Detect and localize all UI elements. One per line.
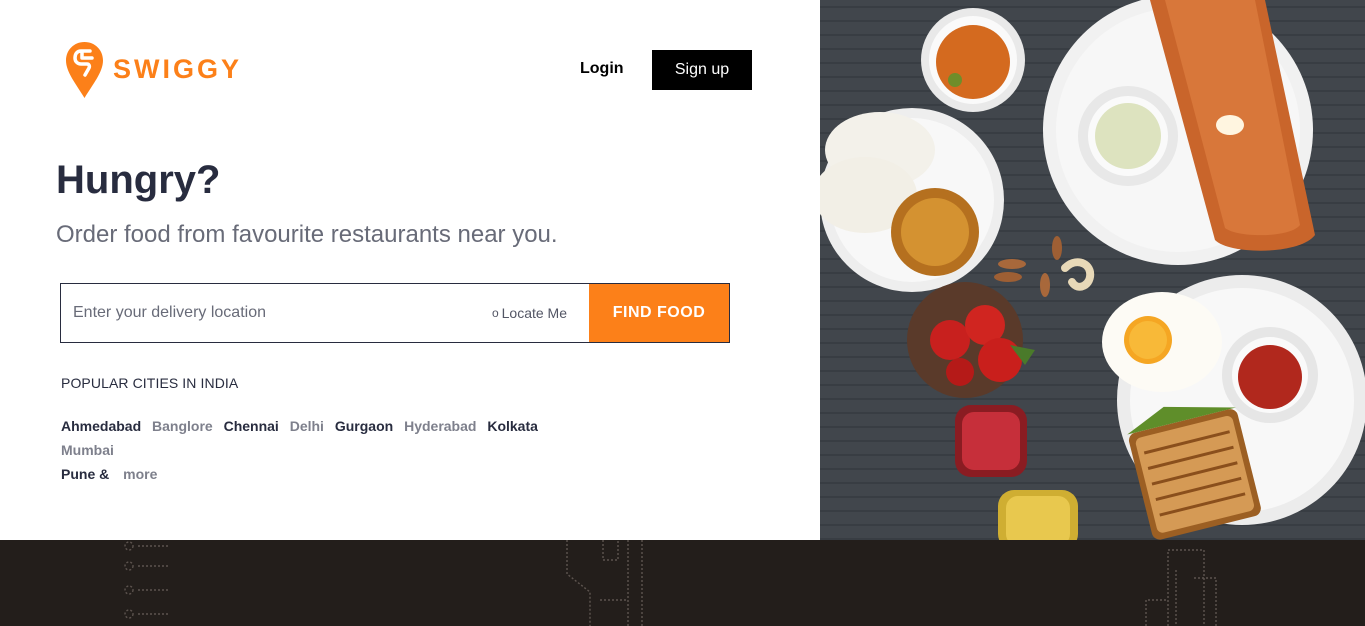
find-food-button[interactable]: FIND FOOD — [589, 284, 729, 342]
swiggy-logo[interactable]: SWIGGY — [66, 42, 242, 98]
brand-name: SWIGGY — [113, 53, 243, 84]
popular-cities-list: Ahmedabad Banglore Chennai Delhi Gurgaon… — [61, 414, 601, 486]
popular-cities-heading: POPULAR CITIES IN INDIA — [61, 375, 239, 391]
locate-me-button[interactable]: o Locate Me — [492, 284, 589, 342]
signup-button[interactable]: Sign up — [652, 50, 752, 90]
city-link-ahmedabad[interactable]: Ahmedabad — [61, 414, 141, 438]
food-illustration — [820, 0, 1365, 540]
swiggy-logo-icon — [66, 42, 103, 98]
chutney — [1095, 103, 1161, 169]
city-link-delhi[interactable]: Delhi — [290, 414, 324, 438]
page-title: Hungry? — [56, 158, 221, 202]
login-button[interactable]: Login — [580, 60, 624, 78]
location-search-bar: o Locate Me FIND FOOD — [60, 283, 730, 343]
target-icon: o — [491, 306, 499, 320]
delivery-location-input[interactable] — [61, 284, 492, 342]
footer-banner — [0, 540, 1365, 626]
locate-me-label: Locate Me — [501, 305, 567, 321]
page-subtitle: Order food from favourite restaurants ne… — [56, 221, 558, 248]
city-skyline-decoration — [124, 540, 1217, 626]
ketchup — [1238, 345, 1302, 409]
city-link-mumbai[interactable]: Mumbai — [61, 438, 114, 462]
food-photo — [820, 0, 1365, 540]
city-link-chennai[interactable]: Chennai — [224, 414, 279, 438]
city-link-gurgaon[interactable]: Gurgaon — [335, 414, 393, 438]
sambar — [936, 25, 1010, 99]
hero-panel: SWIGGY Login Sign up Hungry? Order food … — [0, 0, 820, 540]
city-link-pune[interactable]: Pune & — [61, 462, 109, 486]
city-link-hyderabad[interactable]: Hyderabad — [404, 414, 476, 438]
more-cities-link[interactable]: more — [123, 462, 157, 486]
city-link-kolkata[interactable]: Kolkata — [487, 414, 538, 438]
city-link-banglore[interactable]: Banglore — [152, 414, 213, 438]
